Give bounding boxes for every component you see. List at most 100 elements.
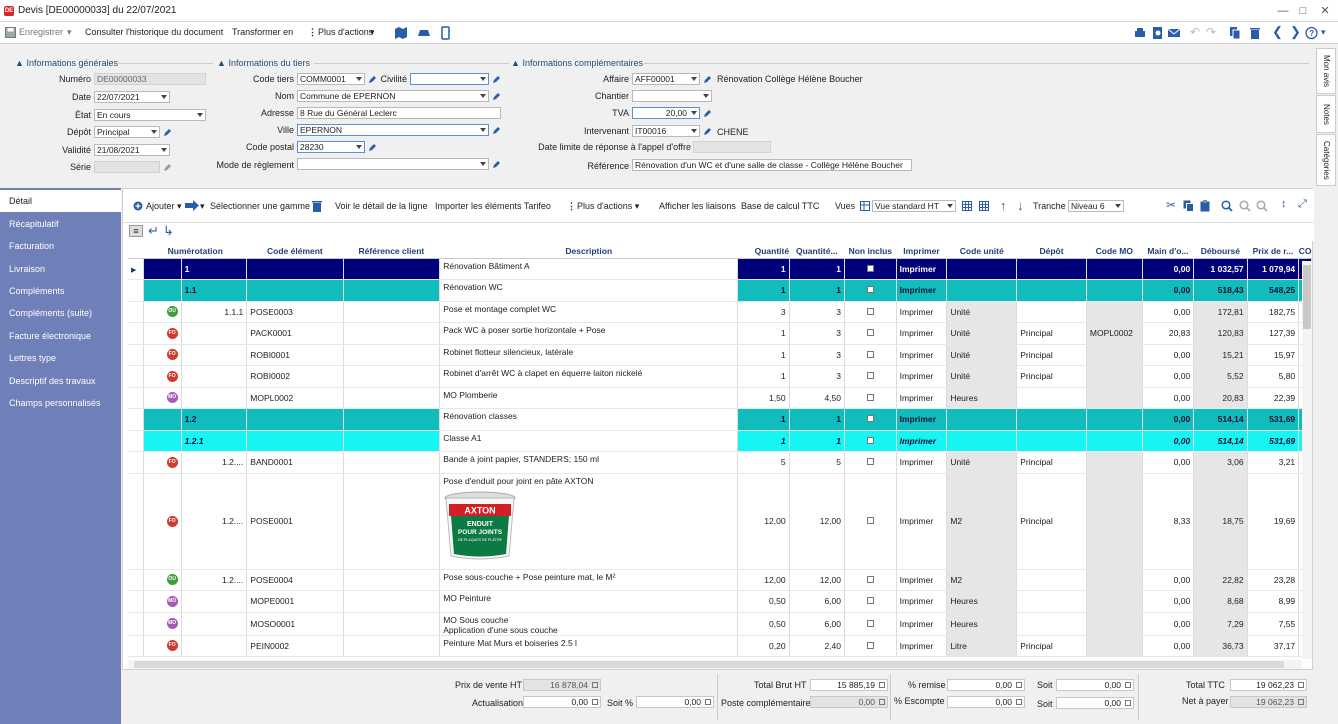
non-inclus-cell[interactable]	[844, 612, 897, 636]
imprimer-cell[interactable]: Imprimer	[896, 408, 948, 431]
quantite-total-cell[interactable]: 2,40	[789, 635, 845, 657]
reference-client-cell[interactable]	[343, 387, 441, 409]
non-inclus-cell[interactable]	[844, 258, 897, 280]
main-oeuvre-cell[interactable]: 0,00	[1142, 430, 1195, 452]
tree-cell[interactable]: FO	[143, 473, 182, 570]
non-inclus-checkbox[interactable]	[866, 458, 874, 466]
map-icon[interactable]	[394, 26, 408, 40]
outdent-icon[interactable]: ↳	[163, 223, 174, 239]
tree-cell[interactable]: FO	[143, 451, 182, 474]
grid-settings-icon[interactable]	[962, 201, 972, 211]
quantite-total-cell[interactable]: 1	[789, 258, 845, 280]
delete-icon[interactable]	[1249, 26, 1263, 40]
numerotation-cell[interactable]: 1.2....	[181, 569, 248, 591]
imprimer-cell[interactable]: Imprimer	[896, 430, 948, 452]
numerotation-cell[interactable]	[181, 590, 248, 613]
non-inclus-checkbox[interactable]	[866, 264, 874, 272]
quantite-cell[interactable]: 1	[737, 408, 790, 431]
main-oeuvre-cell[interactable]: 20,83	[1142, 322, 1195, 345]
non-inclus-checkbox[interactable]	[866, 415, 874, 423]
imprimer-cell[interactable]: Imprimer	[896, 301, 948, 323]
zoom-out-icon[interactable]	[1239, 200, 1251, 212]
description-cell[interactable]: Rénovation WC	[439, 279, 739, 302]
description-cell[interactable]: Rénovation classes	[439, 408, 739, 431]
table-row[interactable]: MO MOPE0001 MO Peinture 0,50 6,00 Imprimer Heu…	[128, 590, 1312, 613]
row-indicator[interactable]	[128, 430, 145, 452]
debourse-cell[interactable]: 514,14	[1193, 408, 1248, 431]
affaire-field[interactable]: AFF00001	[632, 73, 700, 85]
code-element-cell[interactable]	[246, 258, 344, 280]
code-unite-cell[interactable]: Heures	[946, 612, 1018, 636]
save-dropdown-icon[interactable]: ▾	[67, 27, 72, 38]
debourse-cell[interactable]: 120,83	[1193, 322, 1248, 345]
code-mo-cell[interactable]	[1086, 365, 1143, 388]
code-element-cell[interactable]: MOSO0001	[246, 612, 344, 636]
prix-revient-cell[interactable]: 127,39	[1247, 322, 1300, 345]
row-indicator[interactable]	[128, 365, 145, 388]
row-indicator[interactable]	[128, 387, 145, 409]
imprimer-cell[interactable]: Imprimer	[896, 473, 948, 570]
numerotation-cell[interactable]: 1.2	[181, 408, 248, 431]
prix-revient-cell[interactable]: 8,99	[1247, 590, 1300, 613]
non-inclus-checkbox[interactable]	[866, 393, 874, 401]
column-header[interactable]: Code élément	[246, 244, 344, 259]
nav-recapitulatif[interactable]: Récapitulatif	[0, 213, 121, 235]
code-element-cell[interactable]: BAND0001	[246, 451, 344, 474]
table-row[interactable]: MO MOPL0002 MO Plomberie 1,50 4,50 Imprimer He…	[128, 387, 1312, 409]
soit2-field[interactable]: 0,00	[1056, 697, 1134, 709]
depot-cell[interactable]	[1016, 612, 1087, 636]
non-inclus-checkbox[interactable]	[866, 619, 874, 627]
menu-icon[interactable]: ≡	[129, 225, 143, 237]
code-mo-cell[interactable]	[1086, 635, 1143, 657]
reference-client-cell[interactable]	[343, 301, 441, 323]
help-dropdown-icon[interactable]: ▾	[1321, 27, 1326, 38]
tree-cell[interactable]	[143, 258, 182, 280]
collapse-icon[interactable]: ▲	[217, 58, 226, 68]
reference-client-cell[interactable]	[343, 365, 441, 388]
history-button[interactable]: Consulter l'historique du document	[85, 27, 223, 37]
reference-client-cell[interactable]	[343, 279, 441, 302]
prix-revient-cell[interactable]: 531,69	[1247, 408, 1300, 431]
delete-icon[interactable]	[312, 200, 322, 212]
code-mo-cell[interactable]	[1086, 569, 1143, 591]
non-inclus-cell[interactable]	[844, 301, 897, 323]
table-row[interactable]: ▶ 1 Rénovation Bâtiment A 1 1 Imprimer 0,00 1 0…	[128, 257, 1312, 280]
nav-complements-suite[interactable]: Compléments (suite)	[0, 302, 121, 324]
code-mo-cell[interactable]	[1086, 408, 1143, 431]
code-unite-cell[interactable]: Unité	[946, 344, 1018, 366]
show-links-button[interactable]: Afficher les liaisons	[659, 201, 736, 211]
table-row[interactable]: FO 1.2.... BAND0001 Bande à joint papier, S…	[128, 451, 1312, 474]
column-header[interactable]: CO	[1298, 244, 1312, 259]
quantite-total-cell[interactable]: 12,00	[789, 569, 845, 591]
code-element-cell[interactable]: ROBI0002	[246, 365, 344, 388]
table-row[interactable]: 1.2 Rénovation classes 1 1 Imprimer 0,00 514,1…	[128, 408, 1312, 431]
help-icon[interactable]: ?	[1305, 26, 1319, 40]
prix-revient-cell[interactable]: 22,39	[1247, 387, 1300, 409]
quantite-cell[interactable]: 5	[737, 451, 790, 474]
column-header[interactable]: Main d'o...	[1142, 244, 1194, 259]
code-mo-cell[interactable]	[1086, 301, 1143, 323]
side-tab-categories[interactable]: Catégories	[1316, 134, 1336, 186]
depot-cell[interactable]	[1016, 258, 1087, 280]
nom-field[interactable]: Commune de EPERNON	[297, 90, 489, 102]
code-unite-cell[interactable]	[946, 408, 1018, 431]
table-row[interactable]: FO ROBI0002 Robinet d'arrêt WC à clapet en…	[128, 365, 1312, 388]
tree-cell[interactable]: MO	[143, 590, 182, 613]
non-inclus-checkbox[interactable]	[866, 307, 874, 315]
collapse-icon[interactable]: ▲	[15, 58, 24, 68]
code-mo-cell[interactable]	[1086, 387, 1143, 409]
table-row[interactable]: 1.2.1 Classe A1 1 1 Imprimer 0,00 514,14 531,69	[128, 429, 1312, 452]
depot-cell[interactable]	[1016, 408, 1087, 431]
ville-field[interactable]: EPERNON	[297, 124, 489, 136]
main-oeuvre-cell[interactable]: 0,00	[1142, 258, 1195, 280]
maximize-button[interactable]: □	[1294, 3, 1312, 19]
quantite-total-cell[interactable]: 1	[789, 408, 845, 431]
zoom-in-icon[interactable]	[1256, 200, 1268, 212]
code-unite-cell[interactable]	[946, 430, 1018, 452]
line-detail-button[interactable]: Voir le détail de la ligne	[335, 201, 428, 211]
numerotation-cell[interactable]: 1.2.1	[181, 430, 248, 452]
remise-field[interactable]: 0,00	[947, 679, 1025, 691]
column-header[interactable]: Prix de r...	[1247, 244, 1299, 259]
code-mo-cell[interactable]	[1086, 590, 1143, 613]
edit-pencil-icon[interactable]	[492, 160, 501, 169]
